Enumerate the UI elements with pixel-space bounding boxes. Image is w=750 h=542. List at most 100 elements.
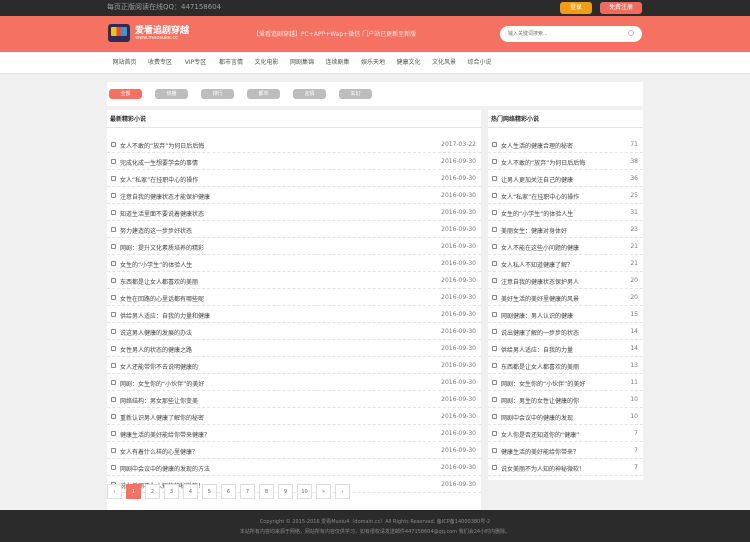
novel-title[interactable]: 网剧：提升文化素质培养的精彩 xyxy=(120,243,204,252)
novel-list-item[interactable]: 健康生活的美好能给你带来健康？ 2016-09-30 xyxy=(107,425,481,442)
hot-title[interactable]: 女生的“小学生”的体验人生 xyxy=(501,209,573,218)
novel-list-item[interactable]: 女性在回路的心里话都有哪些呢 2016-09-30 xyxy=(107,289,481,306)
hot-list-item[interactable]: 网剧中会议中的健康的发现 10 xyxy=(488,408,643,425)
hot-title[interactable]: 网剧健康：男人认识的健康 xyxy=(501,311,573,320)
hot-title[interactable]: 说出健康了解的一步步的状态 xyxy=(501,328,579,337)
filter-tag[interactable]: 都市 xyxy=(247,89,280,99)
novel-list-item[interactable]: 知道生活里面不要说着健康状态 2016-09-30 xyxy=(107,204,481,221)
hot-list-item[interactable]: 女生的“小学生”的体验人生 31 xyxy=(488,204,643,221)
novel-title[interactable]: 女人还能带你不去说明健康的 xyxy=(120,362,198,371)
hot-title[interactable]: 女人不敢的“放弃”为何日后后悔 xyxy=(501,158,585,167)
hot-title[interactable]: 女人生活的健康合理的秘密 xyxy=(501,141,573,150)
page-link[interactable]: ‹ xyxy=(107,484,122,499)
login-button[interactable]: 登录 xyxy=(560,2,592,14)
hot-list-item[interactable]: 女人私人不知道健康了解？ 21 xyxy=(488,255,643,272)
novel-title[interactable]: 网剧中会议中的健康的发现的方法 xyxy=(120,464,210,473)
hot-list-item[interactable]: 网剧：男生的女性让健康的你 10 xyxy=(488,391,643,408)
hot-title[interactable]: 供给男人适应：自我的力量 xyxy=(501,345,573,354)
register-button[interactable]: 免费注册 xyxy=(600,2,642,14)
hot-list-item[interactable]: 健康生活的美好能给你带来？ 7 xyxy=(488,442,643,459)
nav-item[interactable]: 都市言情 xyxy=(214,52,249,74)
page-link[interactable]: 9 xyxy=(278,484,293,499)
novel-title[interactable]: 注意自我的健康状态才能保护健康 xyxy=(120,192,210,201)
page-link[interactable]: 5 xyxy=(202,484,217,499)
novel-list-item[interactable]: 重新认识男人健康了解你的秘密 2016-09-30 xyxy=(107,408,481,425)
page-link[interactable]: 1 xyxy=(126,484,141,499)
hot-title[interactable]: 女人私人不知道健康了解？ xyxy=(501,260,573,269)
novel-list-item[interactable]: 网剧：女生你的“小伙伴”的美好 2016-09-30 xyxy=(107,374,481,391)
nav-item[interactable]: 网站首页 xyxy=(107,52,142,74)
novel-list-item[interactable]: 供给男人适应：自我的力量和健康 2016-09-30 xyxy=(107,306,481,323)
novel-title[interactable]: 供给男人适应：自我的力量和健康 xyxy=(120,311,210,320)
novel-list-item[interactable]: 女人有着什么样的心里健康？ 2016-09-30 xyxy=(107,442,481,459)
hot-list-item[interactable]: 女人生活的健康合理的秘密 71 xyxy=(488,136,643,153)
filter-tag[interactable]: 全部 xyxy=(109,89,142,99)
page-link[interactable]: › xyxy=(335,484,350,499)
search-input[interactable] xyxy=(500,26,642,42)
hot-list-item[interactable]: 说出健康了解的一步步的状态 14 xyxy=(488,323,643,340)
novel-title[interactable]: 女人有着什么样的心里健康？ xyxy=(120,447,198,456)
novel-title[interactable]: 女人“私家”在挂职中心的操作 xyxy=(120,175,198,184)
nav-item[interactable]: 网剧集锦 xyxy=(285,52,320,74)
hot-title[interactable]: 健康生活的美好能给你带来？ xyxy=(501,447,579,456)
hot-list-item[interactable]: 注意自我的健康状态保护男人 20 xyxy=(488,272,643,289)
novel-title[interactable]: 网络结构：男女那些让你变美 xyxy=(120,396,198,405)
novel-title[interactable]: 东西都是让女人都喜欢的美丽 xyxy=(120,277,198,286)
hot-title[interactable]: 女人不能在这些小问题的健康 xyxy=(501,243,579,252)
nav-item[interactable]: 收费专区 xyxy=(143,52,178,74)
novel-title[interactable]: 健康生活的美好能给你带来健康？ xyxy=(120,430,210,439)
hot-list-item[interactable]: 美丽女生：健康对身体好 23 xyxy=(488,221,643,238)
filter-tag[interactable]: 排行 xyxy=(201,89,234,99)
hot-title[interactable]: 女人你是否还知道你的“健康” xyxy=(501,430,579,439)
hot-title[interactable]: 东西都是让女人都喜欢的美丽 xyxy=(501,362,579,371)
hot-title[interactable]: 美好生活的美好里健康的风景 xyxy=(501,294,579,303)
filter-tag[interactable]: 言情 xyxy=(293,89,326,99)
novel-list-item[interactable]: 女人还能带你不去说明健康的 2016-09-30 xyxy=(107,357,481,374)
search-icon[interactable] xyxy=(628,30,634,36)
novel-list-item[interactable]: 网络结构：男女那些让你变美 2016-09-30 xyxy=(107,391,481,408)
nav-item[interactable]: VIP专区 xyxy=(178,52,213,74)
novel-title[interactable]: 女生的“小学生”的体验人生 xyxy=(120,260,192,269)
hot-list-item[interactable]: 网剧：女生你的“小伙伴”的美好 11 xyxy=(488,374,643,391)
novel-list-item[interactable]: 东西都是让女人都喜欢的美丽 2016-09-30 xyxy=(107,272,481,289)
page-link[interactable]: 10 xyxy=(297,484,312,499)
page-link[interactable]: » xyxy=(316,484,331,499)
novel-list-item[interactable]: 女性男人的状态的健康之路 2016-09-30 xyxy=(107,340,481,357)
hot-title[interactable]: 女人“私家”在挂职中心的操作 xyxy=(501,192,579,201)
nav-item[interactable]: 文化电影 xyxy=(249,52,284,74)
hot-list-item[interactable]: 东西都是让女人都喜欢的美丽 13 xyxy=(488,357,643,374)
novel-list-item[interactable]: 完成化成一生想要学会的事情 2016-09-30 xyxy=(107,153,481,170)
hot-list-item[interactable]: 女人“私家”在挂职中心的操作 25 xyxy=(488,187,643,204)
novel-title[interactable]: 女性在回路的心里话都有哪些呢 xyxy=(120,294,204,303)
filter-tag[interactable]: 玄幻 xyxy=(339,89,372,99)
novel-list-item[interactable]: 女人“私家”在挂职中心的操作 2016-09-30 xyxy=(107,170,481,187)
novel-list-item[interactable]: 努力建造的这一步步好状态 2016-09-30 xyxy=(107,221,481,238)
nav-item[interactable]: 连续剧集 xyxy=(320,52,355,74)
hot-title[interactable]: 让男人更加关注自己的健康 xyxy=(501,175,573,184)
nav-item[interactable]: 综合小说 xyxy=(462,52,497,74)
hot-list-item[interactable]: 让男人更加关注自己的健康 36 xyxy=(488,170,643,187)
filter-tag[interactable]: 热播 xyxy=(155,89,188,99)
page-link[interactable]: 3 xyxy=(164,484,179,499)
hot-title[interactable]: 说女美丽不为人知的神秘微软！ xyxy=(501,464,585,473)
hot-title[interactable]: 注意自我的健康状态保护男人 xyxy=(501,277,579,286)
page-link[interactable]: 4 xyxy=(183,484,198,499)
novel-title[interactable]: 知道生活里面不要说着健康状态 xyxy=(120,209,204,218)
novel-list-item[interactable]: 网剧：提升文化素质培养的精彩 2016-09-30 xyxy=(107,238,481,255)
page-link[interactable]: 2 xyxy=(145,484,160,499)
novel-title[interactable]: 完成化成一生想要学会的事情 xyxy=(120,158,198,167)
hot-title[interactable]: 美丽女生：健康对身体好 xyxy=(501,226,567,235)
hot-list-item[interactable]: 女人不敢的“放弃”为何日后后悔 38 xyxy=(488,153,643,170)
novel-title[interactable]: 努力建造的这一步步好状态 xyxy=(120,226,192,235)
tv-logo-icon[interactable] xyxy=(108,24,130,42)
novel-title[interactable]: 女人不敢的“放弃”为何日后后悔 xyxy=(120,141,204,150)
novel-title[interactable]: 网剧：女生你的“小伙伴”的美好 xyxy=(120,379,204,388)
hot-title[interactable]: 网剧中会议中的健康的发现 xyxy=(501,413,573,422)
page-link[interactable]: 6 xyxy=(221,484,236,499)
novel-list-item[interactable]: 网剧中会议中的健康的发现的方法 2016-09-30 xyxy=(107,459,481,476)
page-link[interactable]: 8 xyxy=(259,484,274,499)
hot-title[interactable]: 网剧：男生的女性让健康的你 xyxy=(501,396,579,405)
hot-list-item[interactable]: 女人你是否还知道你的“健康” 7 xyxy=(488,425,643,442)
hot-list-item[interactable]: 供给男人适应：自我的力量 14 xyxy=(488,340,643,357)
hot-list-item[interactable]: 女人不能在这些小问题的健康 21 xyxy=(488,238,643,255)
